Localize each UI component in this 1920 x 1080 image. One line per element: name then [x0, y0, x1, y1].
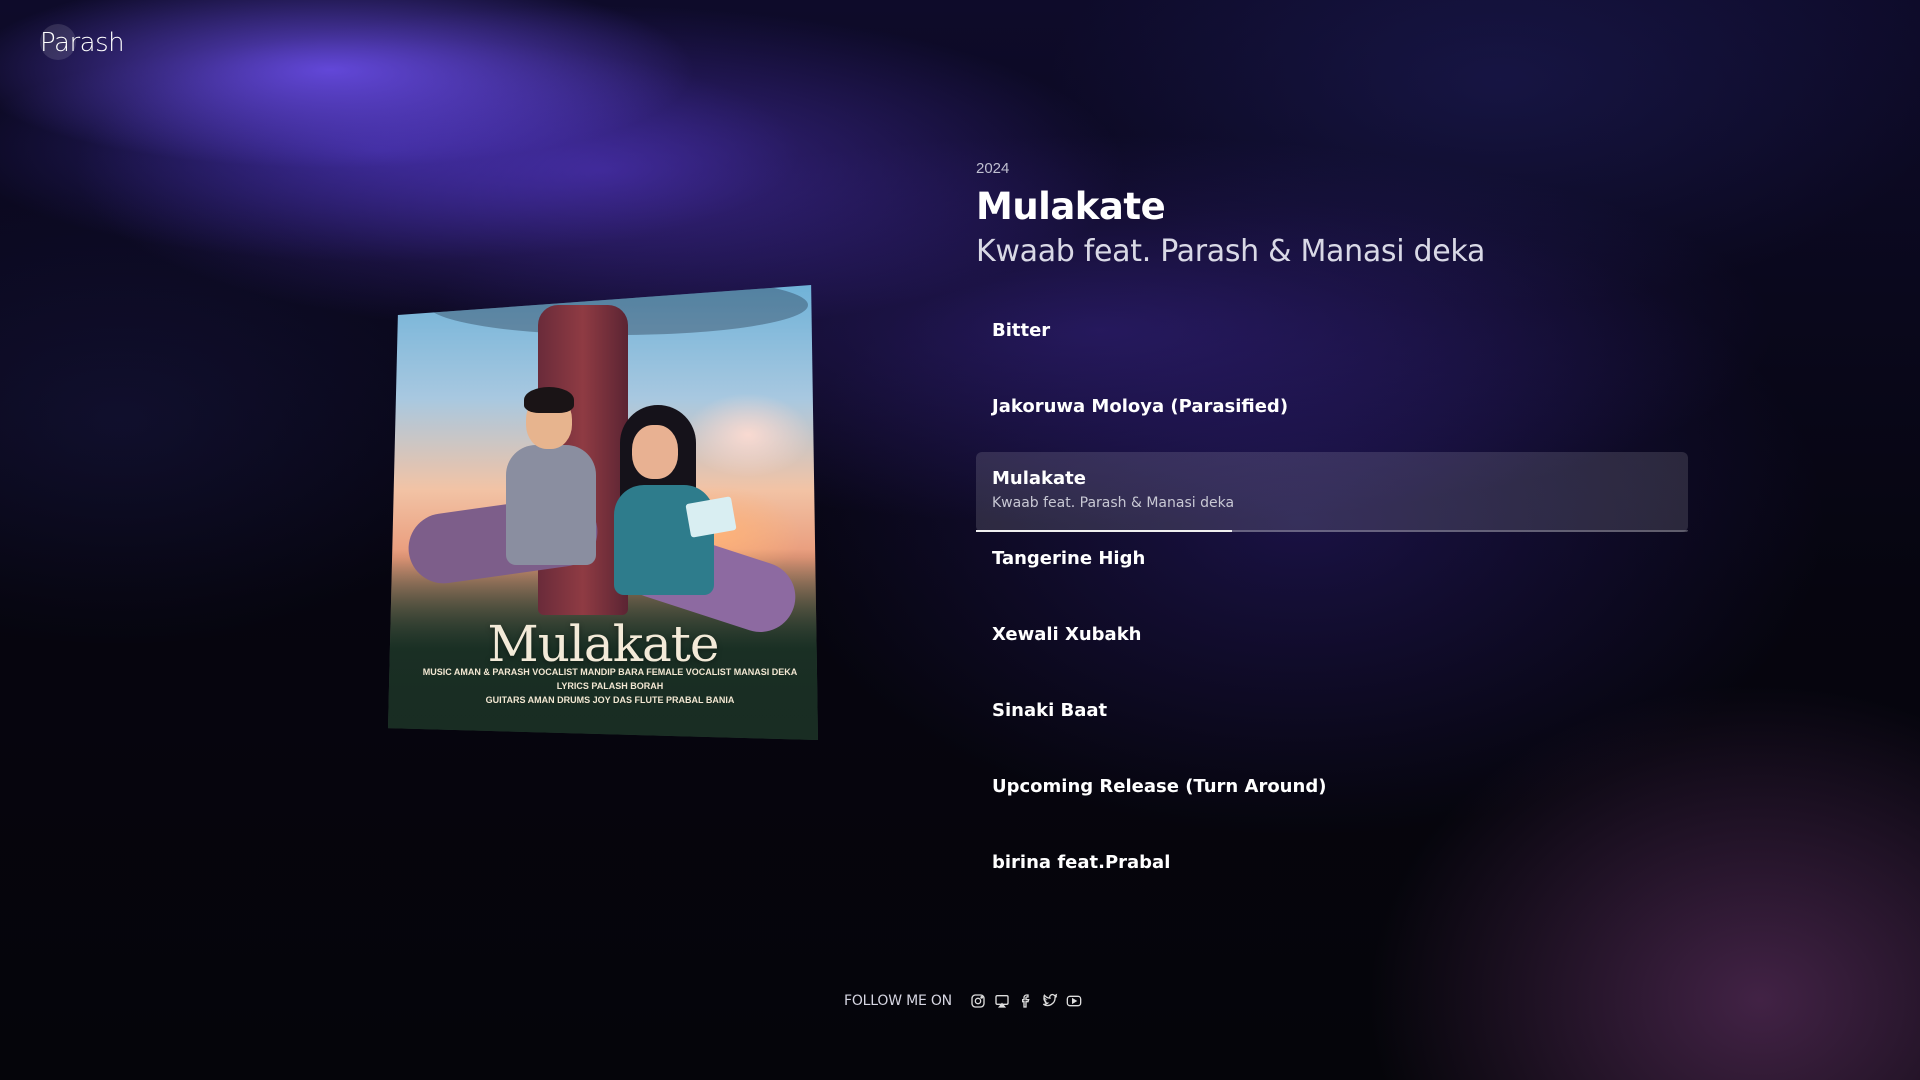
- follow-label: FOLLOW ME ON: [844, 993, 952, 1009]
- facebook-icon[interactable]: [1017, 992, 1035, 1010]
- track-item[interactable]: birina feat.Prabal: [976, 832, 1688, 908]
- cover-figure-woman-head: [632, 425, 678, 479]
- track-name: Bitter: [992, 320, 1051, 341]
- track-item[interactable]: Mulakate Kwaab feat. Parash & Manasi deka: [976, 452, 1688, 532]
- release-title: Mulakate: [976, 185, 1166, 228]
- release-artist: Kwaab feat. Parash & Manasi deka: [976, 234, 1486, 269]
- logo-text: Parash: [40, 28, 125, 58]
- release-year: 2024: [976, 160, 1010, 177]
- album-cover: Mulakate MUSIC AMAN & PARASH VOCALIST MA…: [388, 285, 818, 740]
- youtube-icon[interactable]: [1065, 992, 1083, 1010]
- cover-book: [685, 496, 737, 538]
- track-item[interactable]: Xewali Xubakh: [976, 604, 1688, 680]
- track-name: Tangerine High: [992, 548, 1146, 569]
- airplay-icon[interactable]: [993, 992, 1011, 1010]
- cover-credits-line-1: MUSIC AMAN & PARASH VOCALIST MANDIP BARA…: [422, 667, 798, 691]
- track-item[interactable]: Bitter: [976, 300, 1688, 376]
- track-item[interactable]: Tangerine High: [976, 528, 1688, 604]
- track-name: Xewali Xubakh: [992, 624, 1142, 645]
- cover-credits-line-2: GUITARS AMAN DRUMS JOY DAS FLUTE PRABAL …: [485, 695, 735, 705]
- cover-figure-man-body: [506, 445, 596, 565]
- cover-artwork: Mulakate MUSIC AMAN & PARASH VOCALIST MA…: [388, 285, 818, 740]
- footer: FOLLOW ME ON: [844, 992, 1086, 1010]
- track-name: Mulakate: [992, 468, 1086, 489]
- track-list: Bitter Jakoruwa Moloya (Parasified) Mulaka…: [976, 300, 1688, 908]
- track-artist: Kwaab feat. Parash & Manasi deka: [992, 495, 1235, 511]
- release-info: 2024 Mulakate Kwaab feat. Parash & Manas…: [976, 160, 1688, 269]
- twitter-icon[interactable]: [1041, 992, 1059, 1010]
- instagram-icon[interactable]: [969, 992, 987, 1010]
- site-logo[interactable]: Parash: [40, 24, 125, 60]
- track-item[interactable]: Upcoming Release (Turn Around): [976, 756, 1688, 832]
- cover-credits: MUSIC AMAN & PARASH VOCALIST MANDIP BARA…: [410, 665, 810, 707]
- track-item[interactable]: Sinaki Baat: [976, 680, 1688, 756]
- track-name: Sinaki Baat: [992, 700, 1108, 721]
- track-item[interactable]: Jakoruwa Moloya (Parasified): [976, 376, 1688, 452]
- track-name: Jakoruwa Moloya (Parasified): [992, 396, 1289, 417]
- cover-figure-man-hair: [524, 387, 574, 413]
- track-name: birina feat.Prabal: [992, 852, 1171, 873]
- track-name: Upcoming Release (Turn Around): [992, 776, 1327, 797]
